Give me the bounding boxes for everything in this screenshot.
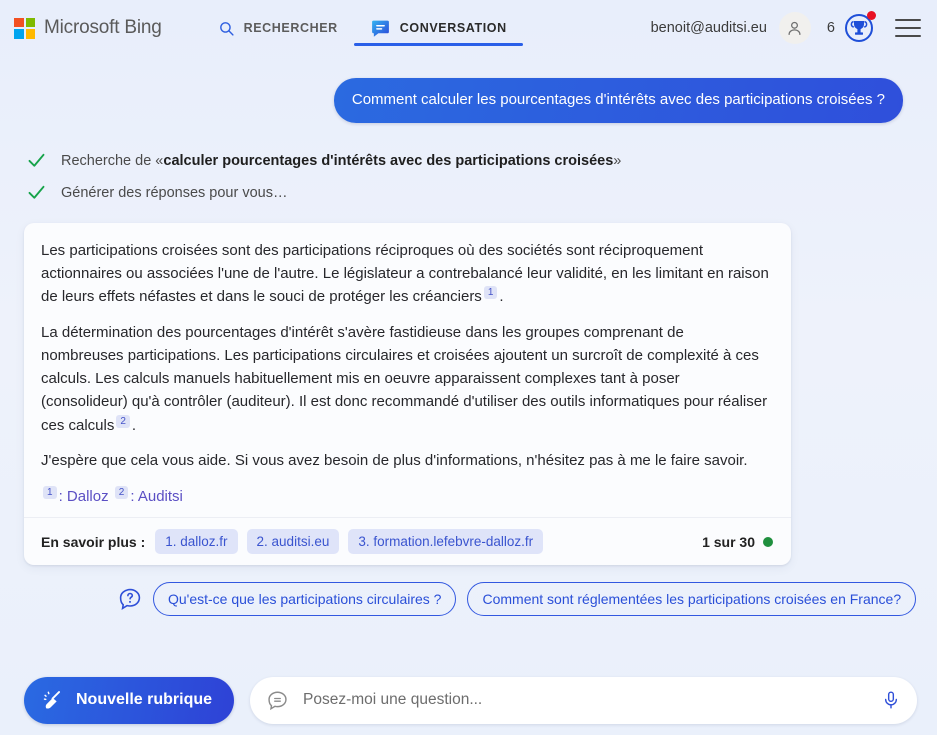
- search-icon: [219, 21, 234, 36]
- rewards-badge[interactable]: [843, 11, 876, 44]
- person-icon: [788, 21, 801, 35]
- user-message-row: Comment calculer les pourcentages d'inté…: [0, 56, 937, 123]
- citation-badge[interactable]: 2: [114, 486, 129, 499]
- ask-input[interactable]: [301, 690, 869, 710]
- citation-badge[interactable]: 2: [116, 414, 130, 428]
- tab-rechercher-label: RECHERCHER: [243, 21, 338, 35]
- source-chip[interactable]: 1. dalloz.fr: [155, 529, 238, 554]
- nav-tabs: RECHERCHER CONVERSATION: [202, 0, 523, 56]
- status-steps: Recherche de «calculer pourcentages d'in…: [0, 123, 937, 209]
- status-step-search-text: Recherche de «calculer pourcentages d'in…: [61, 152, 622, 169]
- answer-paragraph-3: J'espère que cela vous aide. Si vous ave…: [41, 451, 748, 469]
- check-icon: [28, 154, 45, 167]
- tab-active-underline: [353, 43, 523, 46]
- new-topic-label: Nouvelle rubrique: [76, 691, 213, 708]
- suggestion-chip-1[interactable]: Qu'est-ce que les participations circula…: [153, 582, 457, 616]
- question-bubble-icon: [119, 588, 141, 611]
- microsoft-logo-icon: [14, 17, 35, 39]
- rewards[interactable]: 6: [826, 11, 876, 44]
- answer-body: Les participations croisées sont des par…: [24, 223, 791, 517]
- avatar[interactable]: [778, 12, 811, 44]
- account-email[interactable]: benoit@auditsi.eu: [651, 20, 767, 36]
- user-message-bubble: Comment calculer les pourcentages d'inté…: [333, 78, 903, 123]
- rewards-count: 6: [826, 20, 835, 36]
- answer-footnotes: 1: Dalloz 2: Auditsi: [41, 486, 769, 505]
- status-step-search: Recherche de «calculer pourcentages d'in…: [26, 145, 937, 177]
- learn-more-label: En savoir plus :: [41, 533, 146, 550]
- check-icon: [28, 186, 45, 199]
- tab-conversation-label: CONVERSATION: [399, 21, 507, 35]
- answer-paragraph-1: Les participations croisées sont des par…: [41, 241, 769, 306]
- footnote-source-link[interactable]: Auditsi: [138, 488, 183, 505]
- message-counter: 1 sur 30: [702, 534, 773, 550]
- app-header: Microsoft Bing RECHERCHER CONVERSATION b…: [0, 0, 937, 56]
- composer-bar: Nouvelle rubrique: [0, 665, 937, 735]
- citation-badge[interactable]: 1: [43, 486, 57, 499]
- ask-input-wrap[interactable]: [250, 676, 917, 724]
- answer-paragraph-2: La détermination des pourcentages d'inté…: [41, 323, 768, 434]
- answer-footer: En savoir plus : 1. dalloz.fr 2. auditsi…: [24, 517, 791, 565]
- bing-brand[interactable]: Microsoft Bing: [14, 17, 162, 39]
- suggestion-chip-2[interactable]: Comment sont réglementées les participat…: [467, 582, 917, 616]
- answer-card: Les participations croisées sont des par…: [24, 222, 791, 565]
- footnote-source-link[interactable]: Dalloz: [67, 488, 109, 505]
- notification-dot: [867, 11, 876, 20]
- hamburger-icon[interactable]: [895, 19, 921, 37]
- new-topic-button[interactable]: Nouvelle rubrique: [24, 676, 235, 724]
- source-chip[interactable]: 2. auditsi.eu: [246, 529, 340, 554]
- status-step-generate: Générer des réponses pour vous…: [26, 177, 937, 209]
- tab-rechercher[interactable]: RECHERCHER: [202, 0, 354, 56]
- citation-badge[interactable]: 1: [483, 286, 498, 300]
- header-right: benoit@auditsi.eu 6: [651, 11, 921, 44]
- chat-bubble-outline-icon: [268, 691, 287, 710]
- brand-label: Microsoft Bing: [44, 17, 162, 38]
- message-counter-text: 1 sur 30: [702, 533, 755, 550]
- microphone-icon[interactable]: [881, 690, 901, 710]
- source-chip[interactable]: 3. formation.lefebvre-dalloz.fr: [348, 529, 544, 554]
- tab-conversation[interactable]: CONVERSATION: [353, 0, 523, 56]
- chat-bubble-icon: [371, 20, 389, 37]
- status-step-generate-text: Générer des réponses pour vous…: [61, 184, 288, 201]
- status-dot: [763, 536, 773, 547]
- broom-icon: [43, 690, 61, 709]
- suggestions-row: Qu'est-ce que les participations circula…: [0, 565, 937, 616]
